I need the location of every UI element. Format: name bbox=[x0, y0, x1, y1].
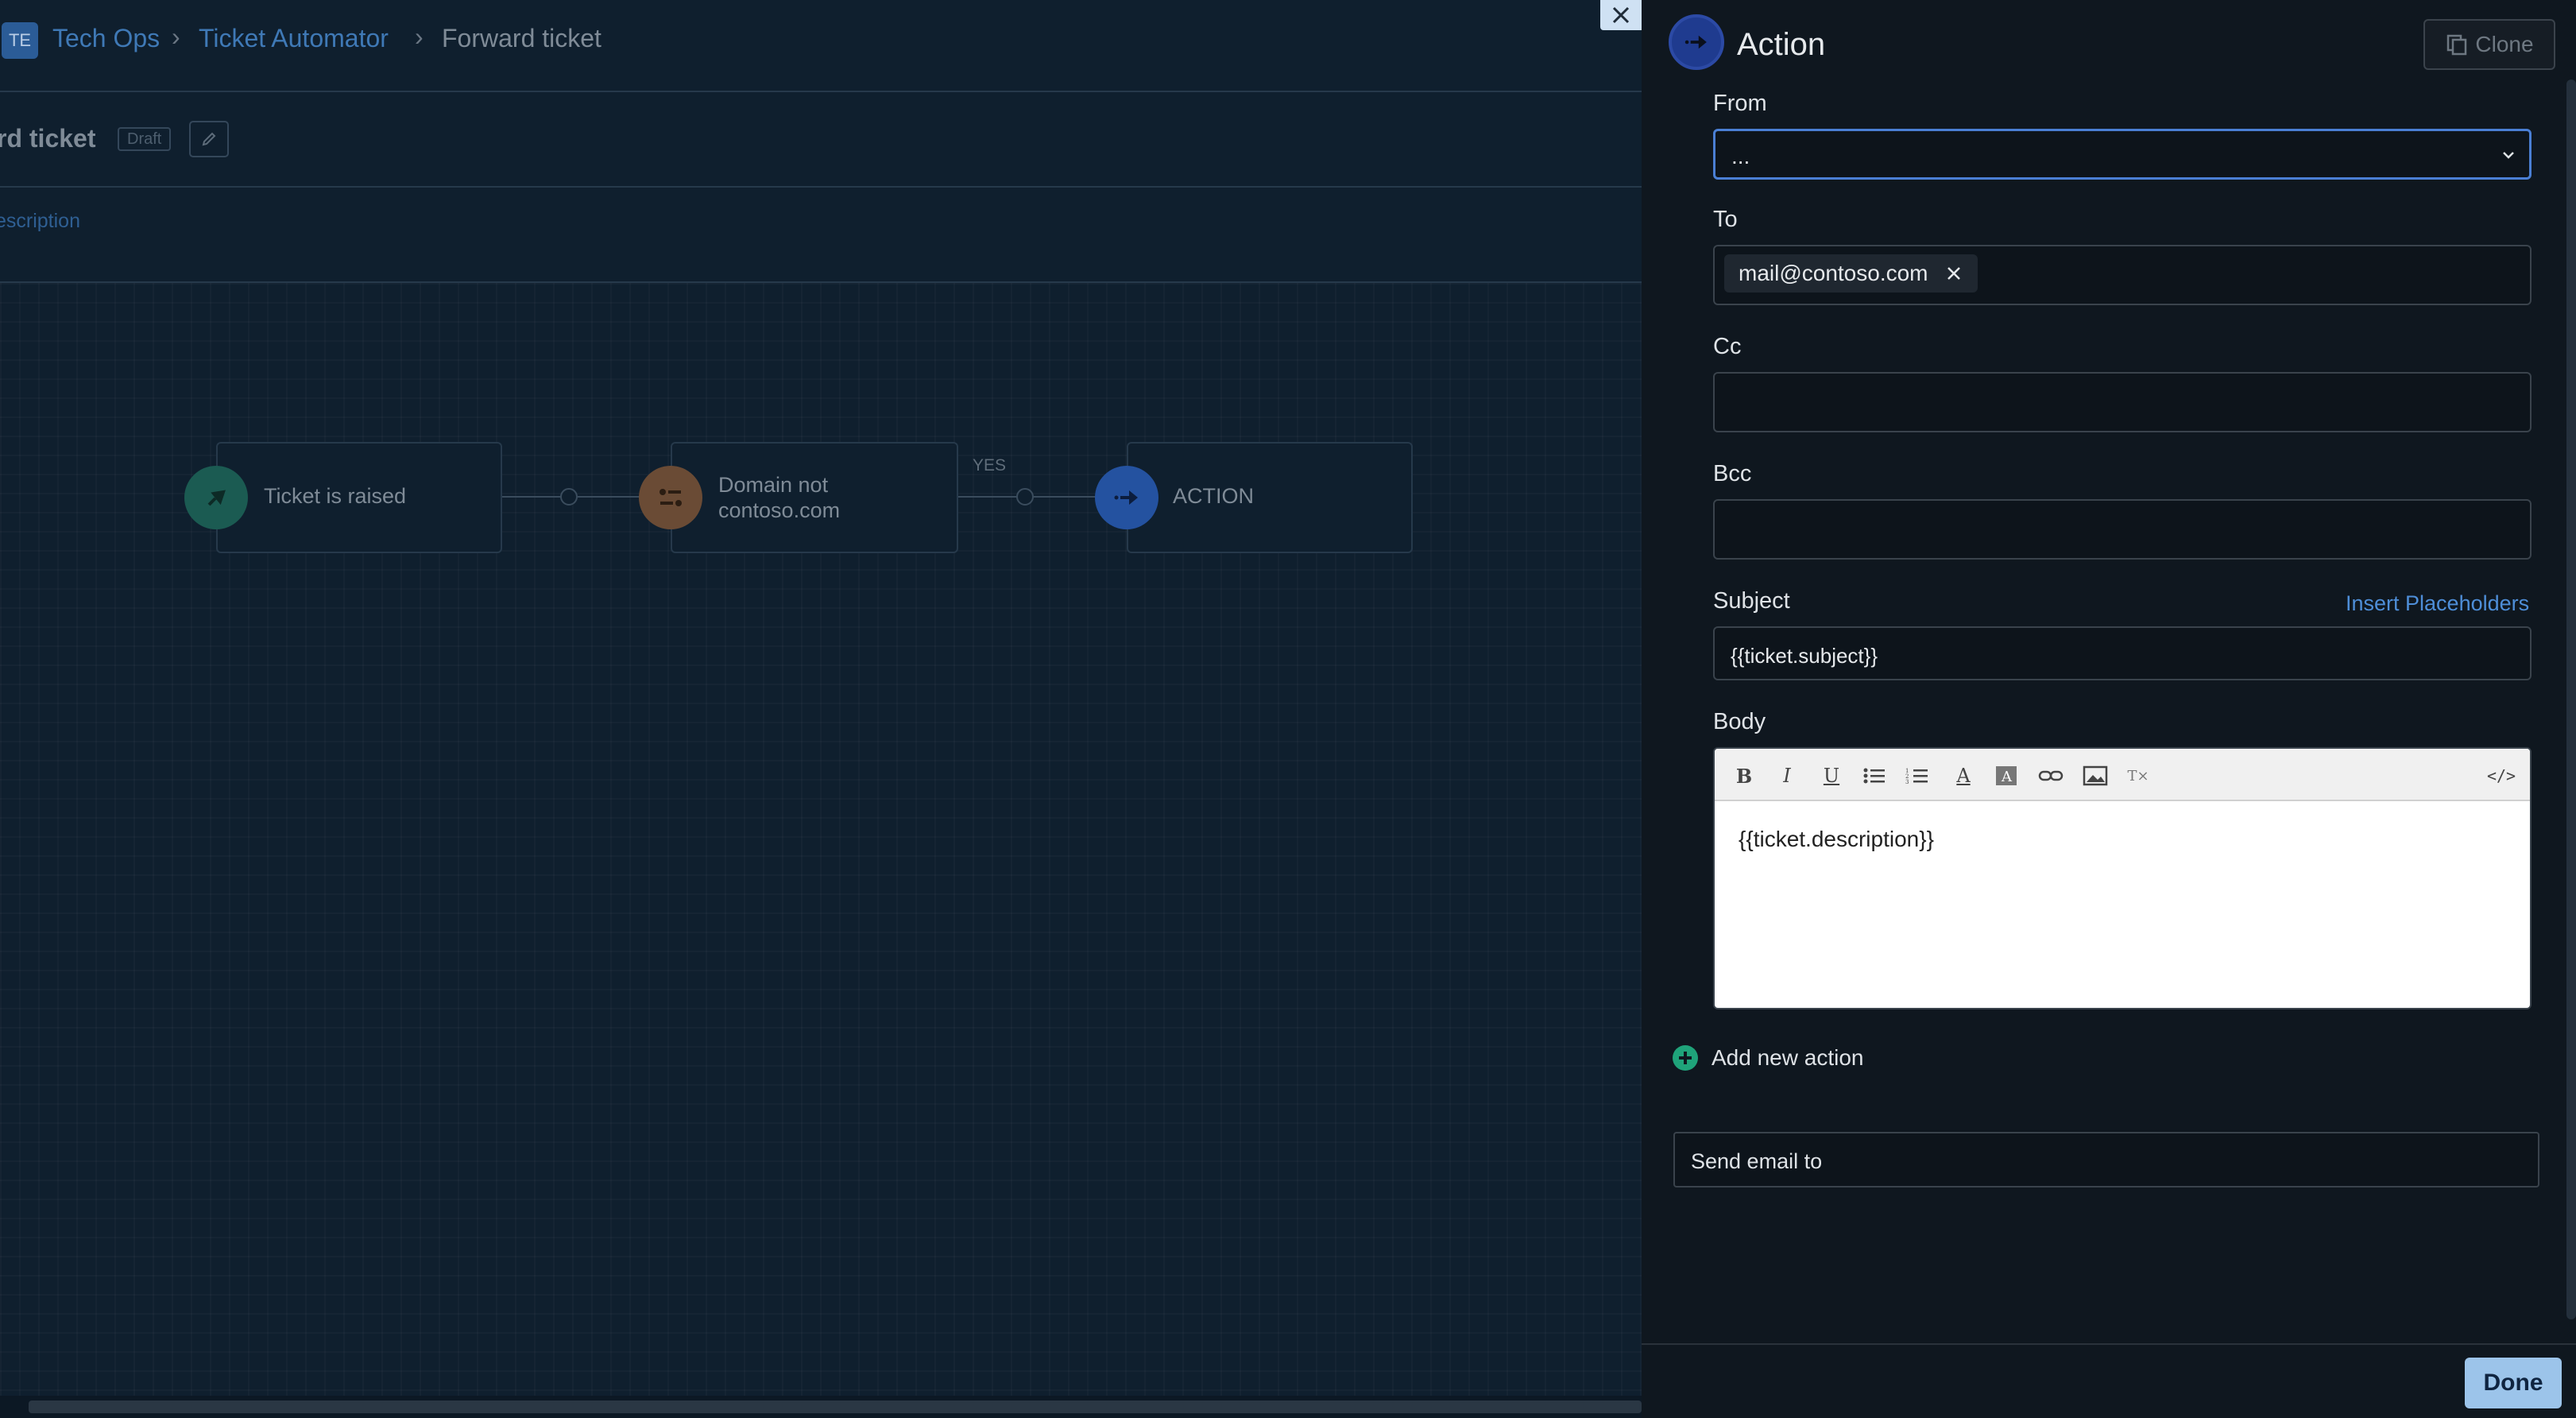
from-select[interactable]: ... bbox=[1713, 129, 2532, 180]
pencil-icon bbox=[202, 132, 216, 146]
from-select-value: ... bbox=[1731, 144, 1750, 169]
breadcrumb-current: Forward ticket bbox=[442, 24, 601, 52]
copy-icon bbox=[2447, 34, 2467, 56]
text-color-icon[interactable]: A bbox=[1950, 763, 1977, 788]
vertical-scrollbar[interactable] bbox=[2566, 79, 2576, 1319]
title-bar bbox=[0, 92, 1642, 188]
clone-label: Clone bbox=[2475, 32, 2534, 56]
workflow-title: rd ticket bbox=[0, 124, 96, 153]
action-name-value: Send email to bbox=[1691, 1149, 1823, 1173]
cc-label: Cc bbox=[1713, 334, 1742, 359]
clone-button[interactable]: Clone bbox=[2423, 19, 2555, 70]
bcc-field[interactable] bbox=[1713, 499, 2532, 560]
bold-icon[interactable]: B bbox=[1731, 763, 1758, 788]
condition-node-label-line1: Domain not bbox=[718, 473, 829, 497]
italic-icon[interactable]: I bbox=[1773, 763, 1800, 788]
body-content[interactable]: {{ticket.description}} bbox=[1739, 827, 1934, 852]
image-icon[interactable] bbox=[2082, 763, 2109, 788]
filter-icon bbox=[639, 466, 702, 529]
workspace-avatar[interactable]: TE bbox=[2, 22, 38, 59]
to-label: To bbox=[1713, 207, 1738, 232]
editor-toolbar: B I U 123 A A T× </> bbox=[1715, 749, 2530, 801]
body-editor[interactable]: B I U 123 A A T× </> {{ticket.descriptio… bbox=[1713, 747, 2532, 1009]
svg-text:3: 3 bbox=[1905, 779, 1909, 785]
action-panel bbox=[1642, 0, 2576, 1418]
source-code-icon[interactable]: </> bbox=[2485, 763, 2517, 788]
edge-line bbox=[578, 496, 641, 498]
forward-icon bbox=[1669, 14, 1724, 70]
close-panel-button[interactable] bbox=[1600, 0, 1642, 30]
status-badge: Draft bbox=[118, 127, 172, 151]
chevron-right-icon: › bbox=[415, 22, 424, 51]
panel-footer bbox=[1642, 1343, 2576, 1418]
scrollbar-thumb[interactable] bbox=[29, 1401, 1642, 1413]
chevron-down-icon bbox=[2503, 152, 2514, 159]
description-bar bbox=[0, 188, 1642, 283]
background-color-icon[interactable]: A bbox=[1993, 763, 2020, 788]
recipient-tag-label: mail@contoso.com bbox=[1739, 261, 1928, 285]
numbered-list-icon[interactable]: 123 bbox=[1904, 763, 1931, 788]
action-name-input[interactable]: Send email to bbox=[1673, 1132, 2539, 1187]
subject-label: Subject bbox=[1713, 588, 1790, 614]
add-new-action-button[interactable]: Add new action bbox=[1672, 1044, 1863, 1071]
add-description-link[interactable]: escription bbox=[0, 210, 80, 233]
edge-line bbox=[1034, 496, 1097, 498]
from-label: From bbox=[1713, 91, 1767, 116]
panel-title: Action bbox=[1737, 27, 1826, 62]
add-new-action-label: Add new action bbox=[1712, 1045, 1864, 1070]
svg-text:A: A bbox=[2001, 769, 2013, 785]
to-field[interactable]: mail@contoso.com bbox=[1713, 245, 2532, 305]
underline-icon[interactable]: U bbox=[1818, 763, 1845, 788]
close-icon bbox=[1612, 6, 1630, 24]
edit-title-button[interactable] bbox=[189, 121, 229, 157]
chevron-right-icon: › bbox=[172, 22, 180, 51]
subject-input[interactable]: {{ticket.subject}} bbox=[1713, 626, 2532, 680]
condition-node-label-line2: contoso.com bbox=[718, 498, 841, 522]
bullet-list-icon[interactable] bbox=[1861, 763, 1888, 788]
plus-circle-icon bbox=[1673, 1045, 1698, 1071]
breadcrumb-ticket-automator[interactable]: Ticket Automator bbox=[199, 24, 389, 53]
trigger-node-label: Ticket is raised bbox=[264, 484, 407, 508]
clear-format-icon[interactable]: T× bbox=[2125, 763, 2152, 788]
workflow-area bbox=[0, 0, 1642, 1418]
body-label: Body bbox=[1713, 709, 1766, 734]
done-button[interactable]: Done bbox=[2465, 1358, 2562, 1408]
recipient-tag: mail@contoso.com bbox=[1724, 254, 1978, 293]
forward-icon bbox=[1095, 466, 1158, 529]
insert-placeholders-link[interactable]: Insert Placeholders bbox=[2346, 591, 2529, 616]
subject-value: {{ticket.subject}} bbox=[1731, 644, 1878, 668]
trigger-icon bbox=[184, 466, 248, 529]
edge-yes-label: YES bbox=[973, 456, 1007, 475]
action-node-label: ACTION bbox=[1173, 484, 1255, 508]
cc-field[interactable] bbox=[1713, 372, 2532, 432]
breadcrumb-tech-ops[interactable]: Tech Ops bbox=[52, 24, 160, 53]
edge-line bbox=[502, 496, 561, 498]
bcc-label: Bcc bbox=[1713, 461, 1752, 486]
edge-line bbox=[958, 496, 1017, 498]
edge-add-point[interactable] bbox=[1016, 488, 1034, 506]
edge-add-point[interactable] bbox=[560, 488, 578, 506]
action-node[interactable] bbox=[1127, 442, 1413, 553]
remove-tag-icon[interactable] bbox=[1946, 265, 1962, 281]
link-icon[interactable] bbox=[2037, 763, 2064, 788]
